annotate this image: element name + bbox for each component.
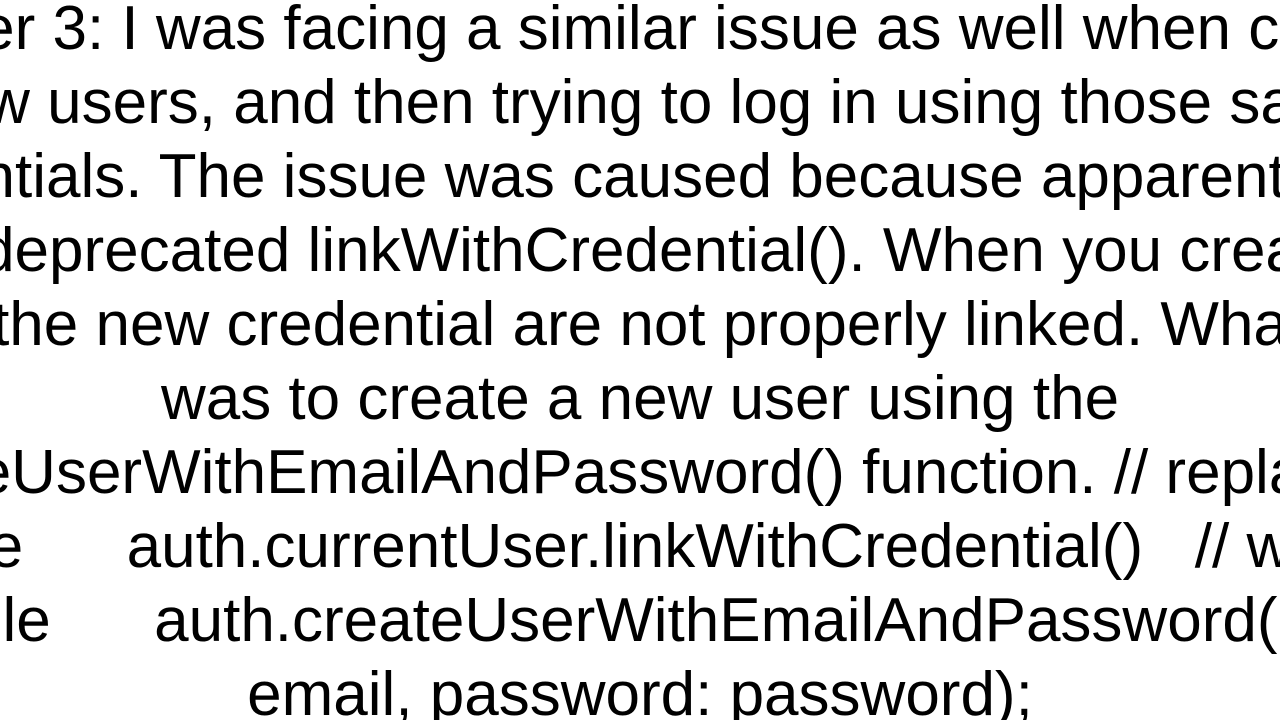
answer-line-5: the new credential are not properly link… — [0, 294, 1280, 356]
answer-line-3: ntials. The issue was caused because app… — [0, 146, 1280, 208]
document-viewport: er 3: I was facing a similar issue as we… — [0, 0, 1280, 720]
answer-line-2: w users, and then trying to log in using… — [0, 72, 1280, 134]
answer-line-9: le auth.createUserWithEmailAndPassword( — [0, 590, 1280, 652]
answer-line-10: email, password: password); — [0, 664, 1280, 720]
answer-line-1: er 3: I was facing a similar issue as we… — [0, 0, 1280, 60]
answer-line-4: deprecated linkWithCredential(). When yo… — [0, 220, 1280, 282]
answer-line-8: e auth.currentUser.linkWithCredential() … — [0, 516, 1280, 578]
answer-line-6: was to create a new user using the — [0, 368, 1280, 430]
answer-line-7: eUserWithEmailAndPassword() function. //… — [0, 442, 1280, 504]
